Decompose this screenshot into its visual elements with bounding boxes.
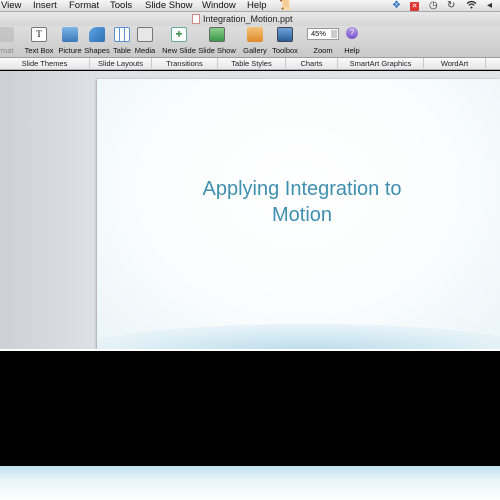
tab-charts[interactable]: Charts bbox=[286, 58, 338, 70]
gallery-label: Gallery bbox=[243, 46, 267, 55]
menu-help[interactable]: Help bbox=[247, 0, 267, 12]
close-icon[interactable]: ✕ bbox=[410, 0, 419, 12]
media-label: Media bbox=[134, 46, 156, 55]
table-icon bbox=[114, 27, 130, 42]
dropbox-icon[interactable]: ❖ bbox=[392, 0, 401, 12]
chevron-down-icon bbox=[331, 30, 337, 38]
toolbox-button[interactable]: Toolbox bbox=[269, 27, 301, 55]
media-button[interactable]: Media bbox=[134, 27, 156, 55]
help-icon: ? bbox=[346, 27, 358, 39]
zoom-control[interactable]: 45% Zoom bbox=[305, 27, 341, 55]
gallery-button[interactable]: Gallery bbox=[241, 27, 269, 55]
ppt-document-icon bbox=[192, 14, 200, 24]
shapes-icon bbox=[89, 27, 105, 42]
toolbox-icon bbox=[277, 27, 293, 42]
tab-slide-themes[interactable]: Slide Themes bbox=[0, 58, 90, 70]
table-label: Table bbox=[113, 46, 131, 55]
slide-workspace: Applying Integration to Motion bbox=[0, 71, 500, 349]
document-titlebar: Integration_Motion.ppt bbox=[0, 12, 500, 26]
slide-show-label: Slide Show bbox=[198, 46, 236, 55]
new-slide-button[interactable]: + New Slide bbox=[162, 27, 196, 55]
ribbon-tabs: Slide Themes Slide Layouts Transitions T… bbox=[0, 58, 500, 70]
toolbox-label: Toolbox bbox=[272, 46, 298, 55]
menu-tools[interactable]: Tools bbox=[110, 0, 132, 12]
tab-table-styles[interactable]: Table Styles bbox=[218, 58, 286, 70]
format-icon bbox=[0, 27, 14, 42]
document-title: Integration_Motion.ppt bbox=[203, 14, 293, 24]
format-tool-button[interactable]: rmat bbox=[0, 27, 18, 55]
text-box-label: Text Box bbox=[24, 46, 54, 55]
gallery-icon bbox=[247, 27, 263, 42]
text-box-icon: T bbox=[31, 27, 47, 42]
picture-label: Picture bbox=[58, 46, 82, 55]
menu-view[interactable]: View bbox=[1, 0, 21, 12]
menu-slide-show[interactable]: Slide Show bbox=[145, 0, 193, 12]
picture-button[interactable]: Picture bbox=[57, 27, 83, 55]
slide-title[interactable]: Applying Integration to Motion bbox=[137, 176, 467, 228]
picture-icon bbox=[62, 27, 78, 42]
text-box-button[interactable]: T Text Box bbox=[23, 27, 55, 55]
slide-show-icon bbox=[209, 27, 225, 42]
slide-canvas[interactable]: Applying Integration to Motion bbox=[97, 79, 500, 349]
zoom-value: 45% bbox=[311, 29, 327, 38]
format-label: rmat bbox=[0, 46, 14, 55]
help-button[interactable]: ? Help bbox=[342, 27, 362, 55]
standard-toolbar: rmat T Text Box Picture Shapes Table Med… bbox=[0, 26, 500, 58]
tab-smartart-graphics[interactable]: SmartArt Graphics bbox=[338, 58, 424, 70]
shapes-label: Shapes bbox=[84, 46, 110, 55]
shapes-button[interactable]: Shapes bbox=[84, 27, 110, 55]
black-overlay-band bbox=[0, 349, 500, 466]
slide-bottom-strip bbox=[0, 466, 500, 500]
media-icon bbox=[137, 27, 153, 42]
menu-window[interactable]: Window bbox=[202, 0, 236, 12]
script-menu-icon[interactable]: 📜 bbox=[279, 0, 291, 12]
zoom-select[interactable]: 45% bbox=[307, 28, 339, 40]
new-slide-label: New Slide bbox=[162, 46, 196, 55]
time-machine-icon[interactable]: ◷ bbox=[429, 0, 438, 12]
table-button[interactable]: Table bbox=[111, 27, 133, 55]
zoom-label: Zoom bbox=[313, 46, 333, 55]
slide-show-button[interactable]: Slide Show bbox=[198, 27, 236, 55]
wifi-icon[interactable] bbox=[466, 0, 477, 12]
menu-insert[interactable]: Insert bbox=[33, 0, 57, 12]
slide-decoration-wave bbox=[97, 324, 500, 349]
sync-icon[interactable]: ↻ bbox=[447, 0, 455, 12]
tab-slide-layouts[interactable]: Slide Layouts bbox=[90, 58, 152, 70]
slide-title-line-1: Applying Integration to bbox=[202, 178, 402, 200]
new-slide-icon: + bbox=[171, 27, 187, 42]
menu-bar: View Insert Format Tools Slide Show Wind… bbox=[0, 0, 500, 12]
menu-format[interactable]: Format bbox=[69, 0, 99, 12]
slide-title-line-2: Motion bbox=[271, 204, 333, 226]
volume-icon[interactable]: ◂ bbox=[487, 0, 492, 12]
help-label: Help bbox=[344, 46, 360, 55]
tab-wordart[interactable]: WordArt bbox=[424, 58, 486, 70]
tab-transitions[interactable]: Transitions bbox=[152, 58, 218, 70]
